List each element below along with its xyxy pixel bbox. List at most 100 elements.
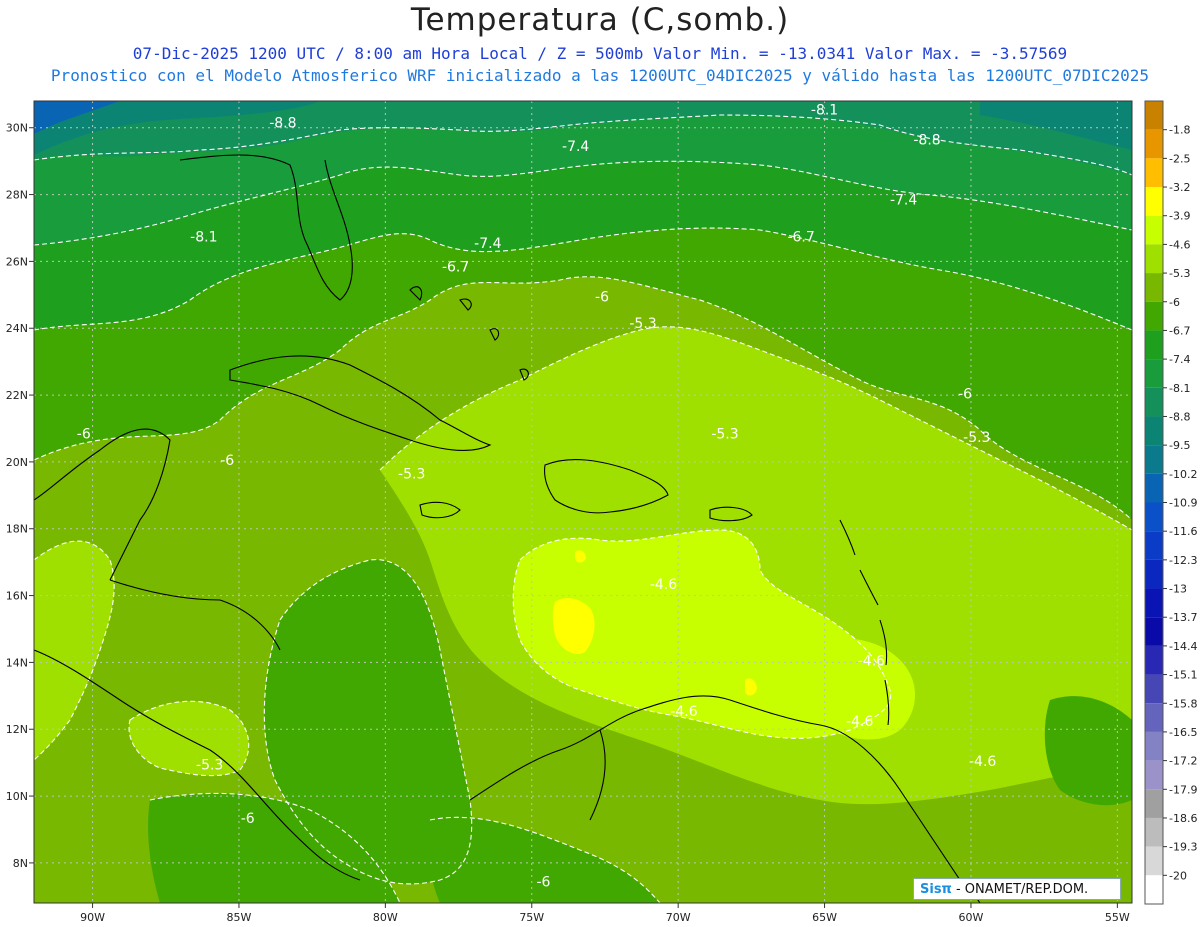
colorbar-swatch (1145, 846, 1163, 876)
contour-label: -5.3 (398, 467, 425, 483)
contour-label: -4.6 (650, 577, 677, 593)
lon-tick-label: 65W (812, 911, 837, 924)
colorbar-label: -10.2 (1169, 468, 1197, 481)
colorbar-swatch (1145, 731, 1163, 761)
colorbar-swatch (1145, 158, 1163, 188)
contour-label: -4.6 (670, 704, 697, 720)
colorbar-label: -13 (1169, 583, 1187, 596)
colorbar-label: -3.9 (1169, 210, 1190, 223)
colorbar-label: -17.2 (1169, 755, 1197, 768)
sispi-logo: Sisπ (920, 882, 952, 897)
contour-label: -8.1 (811, 102, 838, 118)
lat-tick-label: 22N (6, 389, 28, 402)
contour-label: -6 (241, 811, 255, 827)
contour-label: -7.4 (890, 193, 917, 209)
colorbar-label: -6 (1169, 296, 1180, 309)
colorbar-swatch (1145, 187, 1163, 216)
colorbar-swatch (1145, 273, 1163, 302)
lon-tick-label: 60W (959, 911, 984, 924)
contour-label: -6 (536, 874, 550, 890)
contour-label: -4.6 (969, 754, 996, 770)
contour-label: -6 (220, 453, 234, 469)
credit-box: Sisπ - ONAMET/REP.DOM. (913, 878, 1121, 900)
colorbar: -1.8 -2.5 -3.2 -3.9 -4.6 -5.3 -6 -6.7 -7.4 -8.1 -8… (1144, 100, 1197, 905)
lon-tick-label: 80W (373, 911, 398, 924)
contour-label: -7.4 (562, 139, 589, 155)
colorbar-label: -15.8 (1169, 697, 1197, 710)
colorbar-label: -1.8 (1169, 124, 1190, 137)
colorbar-swatch (1145, 703, 1163, 732)
lat-tick-label: 12N (6, 723, 28, 736)
colorbar-swatch (1145, 760, 1163, 790)
lon-tick-label: 55W (1105, 911, 1130, 924)
contour-label: -4.6 (846, 714, 873, 730)
lon-tick-label: 85W (227, 911, 252, 924)
contour-label: -5.3 (963, 430, 990, 446)
colorbar-swatch (1145, 645, 1163, 675)
colorbar-swatch (1145, 789, 1163, 818)
contour-label: -8.8 (269, 116, 296, 132)
lat-tick-label: 10N (6, 790, 28, 803)
colorbar-label: -20 (1169, 869, 1187, 882)
contour-label: -6.7 (442, 259, 469, 275)
lon-tick-label: 75W (519, 911, 544, 924)
contour-label: -7.4 (474, 236, 501, 252)
colorbar-label: -11.6 (1169, 525, 1197, 538)
colorbar-label: -5.3 (1169, 267, 1190, 280)
contour-label: -6 (595, 290, 609, 306)
colorbar-swatch (1145, 445, 1163, 474)
colorbar-label: -12.3 (1169, 554, 1197, 567)
colorbar-label: -13.7 (1169, 611, 1197, 624)
colorbar-swatch (1145, 473, 1163, 503)
colorbar-label: -9.5 (1169, 439, 1190, 452)
lat-tick-label: 30N (6, 122, 28, 135)
colorbar-label: -14.4 (1169, 640, 1197, 653)
temperature-field (34, 101, 1132, 903)
colorbar-swatch (1145, 817, 1163, 847)
contour-label: -6.7 (787, 229, 814, 245)
colorbar-label: -3.2 (1169, 181, 1190, 194)
colorbar-swatch (1145, 875, 1163, 904)
contour-label: -4.6 (858, 654, 885, 670)
colorbar-swatch (1145, 359, 1163, 388)
colorbar-swatch (1145, 559, 1163, 589)
colorbar-swatch (1145, 129, 1163, 159)
lat-tick-label: 8N (13, 857, 28, 870)
colorbar-swatch (1145, 674, 1163, 704)
lat-tick-label: 28N (6, 189, 28, 202)
colorbar-swatch (1145, 531, 1163, 560)
contour-label: -5.3 (629, 316, 656, 332)
temperature-map: -8.8 -8.1 -7.4 -8.8 -8.1 -7.4 -7.4 -6.7 -6.7 -6 -5… (6, 100, 1197, 924)
lat-tick-label: 26N (6, 255, 28, 268)
lat-tick-label: 20N (6, 456, 28, 469)
colorbar-swatch (1145, 617, 1163, 646)
colorbar-swatch (1145, 330, 1163, 360)
colorbar-label: -10.9 (1169, 497, 1197, 510)
lon-tick-label: 90W (80, 911, 105, 924)
lat-tick-label: 16N (6, 590, 28, 603)
colorbar-label: -15.1 (1169, 669, 1197, 682)
colorbar-label: -8.8 (1169, 410, 1190, 423)
colorbar-swatch (1145, 101, 1163, 130)
colorbar-label: -6.7 (1169, 324, 1190, 337)
credit-text: - ONAMET/REP.DOM. (951, 882, 1089, 897)
colorbar-swatch (1145, 416, 1163, 446)
contour-label: -5.3 (196, 757, 223, 773)
colorbar-swatch (1145, 502, 1163, 532)
colorbar-swatch (1145, 387, 1163, 417)
colorbar-label: -18.6 (1169, 812, 1197, 825)
lat-tick-label: 14N (6, 656, 28, 669)
colorbar-label: -4.6 (1169, 238, 1190, 251)
lat-tick-label: 24N (6, 322, 28, 335)
contour-label: -5.3 (711, 427, 738, 443)
colorbar-label: -17.9 (1169, 783, 1197, 796)
lat-tick-label: 18N (6, 523, 28, 536)
colorbar-swatch (1145, 244, 1163, 274)
colorbar-swatch (1145, 215, 1163, 245)
colorbar-label: -8.1 (1169, 382, 1190, 395)
colorbar-swatch (1145, 588, 1163, 618)
lon-tick-label: 70W (666, 911, 691, 924)
colorbar-label: -19.3 (1169, 841, 1197, 854)
colorbar-label: -16.5 (1169, 726, 1197, 739)
contour-label: -6 (77, 427, 91, 443)
